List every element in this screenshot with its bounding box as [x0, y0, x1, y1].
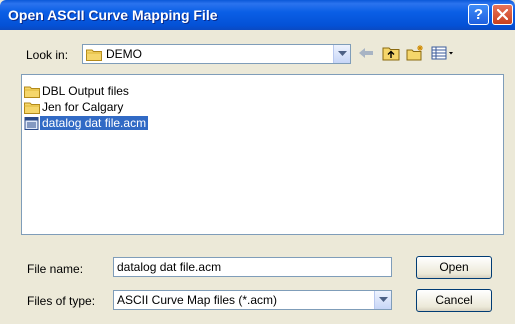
open-file-dialog: Open ASCII Curve Mapping File ? Look in:… — [0, 0, 515, 324]
list-item[interactable]: DBL Output files — [24, 83, 131, 99]
dialog-title: Open ASCII Curve Mapping File — [8, 7, 218, 23]
folder-icon — [24, 86, 40, 99]
title-bar[interactable]: Open ASCII Curve Mapping File ? — [0, 0, 515, 30]
folder-icon — [86, 49, 102, 61]
close-icon — [497, 9, 508, 20]
look-in-dropdown[interactable]: DEMO — [82, 44, 351, 64]
file-name-input[interactable]: datalog dat file.acm — [113, 257, 392, 277]
file-name: datalog dat file.acm — [40, 116, 149, 130]
file-type-dropdown-arrow[interactable] — [374, 291, 391, 309]
file-name: DBL Output files — [42, 84, 129, 98]
look-in-dropdown-arrow[interactable] — [333, 45, 350, 63]
list-item[interactable]: Jen for Calgary — [24, 99, 125, 115]
folder-icon — [24, 102, 40, 115]
file-type-value: ASCII Curve Map files (*.acm) — [117, 293, 278, 307]
back-arrow-icon[interactable] — [356, 44, 376, 62]
new-folder-icon[interactable] — [405, 44, 425, 62]
look-in-label: Look in: — [26, 48, 69, 62]
chevron-down-icon — [338, 51, 347, 56]
file-name: Jen for Calgary — [42, 100, 124, 114]
list-item[interactable]: datalog dat file.acm — [24, 115, 149, 131]
chevron-down-icon — [379, 297, 388, 302]
views-menu-icon[interactable] — [430, 44, 456, 62]
close-button[interactable] — [492, 4, 513, 25]
file-name-label: File name: — [27, 262, 84, 276]
file-icon — [24, 117, 39, 131]
file-list[interactable]: DBL Output files Jen for Calgary datalog… — [21, 74, 504, 235]
file-type-dropdown[interactable]: ASCII Curve Map files (*.acm) — [113, 290, 392, 310]
up-folder-icon[interactable] — [381, 44, 401, 62]
look-in-value: DEMO — [106, 47, 142, 61]
open-button[interactable]: Open — [416, 256, 492, 279]
file-type-label: Files of type: — [27, 294, 96, 308]
help-button[interactable]: ? — [468, 4, 489, 25]
cancel-button[interactable]: Cancel — [416, 289, 492, 312]
